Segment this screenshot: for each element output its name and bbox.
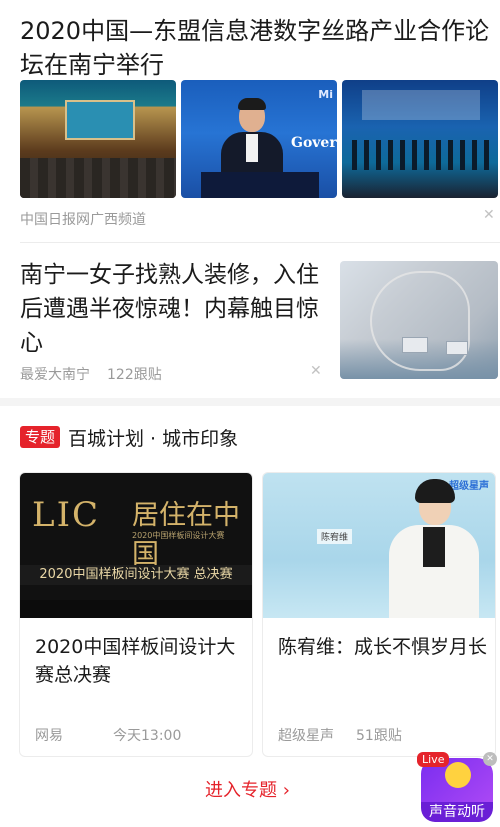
topic-badge: 专题 bbox=[20, 426, 61, 448]
thumbnail-wall-wiring bbox=[340, 261, 498, 379]
card-time: 今天13:00 bbox=[113, 728, 182, 744]
news-title: 南宁一女子找熟人装修，入住后遭遇半夜惊魂！内幕触目惊心 bbox=[20, 262, 319, 356]
live-audio-widget[interactable]: Live ✕ 声音动听 bbox=[415, 752, 497, 824]
screen-text: Mi bbox=[318, 88, 333, 101]
lic-logo: LIC bbox=[32, 495, 101, 535]
news-source: 中国日报网广西频道 bbox=[20, 212, 146, 228]
follow-count: 122跟贴 bbox=[107, 367, 162, 383]
banner-text: 2020中国样板间设计大赛 总决赛 bbox=[20, 565, 252, 585]
thumbnail-speaker: Mi Governo bbox=[181, 80, 337, 198]
card-title: 2020中国样板间设计大赛总决赛 bbox=[35, 636, 236, 686]
close-icon[interactable]: ✕ bbox=[483, 752, 497, 766]
thumbnail-launch-ceremony bbox=[342, 80, 498, 198]
live-badge: Live bbox=[417, 752, 450, 767]
section-separator bbox=[0, 398, 500, 406]
news-source: 最爱大南宁 bbox=[20, 367, 90, 383]
news-item-forum[interactable]: 2020中国—东盟信息港数字丝路产业合作论坛在南宁举行 Mi Governo 中… bbox=[0, 0, 500, 236]
close-icon[interactable]: ✕ bbox=[483, 207, 495, 223]
enter-topic-link[interactable]: 进入专题 › bbox=[205, 776, 290, 802]
card-image-design-contest: LIC 居住在中国 2020中国样板间设计大赛 2020中国样板间设计大赛 总决… bbox=[20, 473, 252, 618]
topic-header[interactable]: 专题 百城计划 · 城市印象 bbox=[20, 424, 238, 450]
card-image-star: 超级星声 陈宥维 bbox=[263, 473, 495, 618]
sub-text: 2020中国样板间设计大赛 bbox=[132, 531, 225, 540]
live-label: 声音动听 bbox=[421, 802, 493, 822]
topic-card-star[interactable]: 超级星声 陈宥维 陈宥维：成长不惧岁月长 超级星声 51跟贴 bbox=[262, 472, 496, 757]
card-source: 网易 bbox=[35, 728, 63, 744]
topic-card-design-contest[interactable]: LIC 居住在中国 2020中国样板间设计大赛 2020中国样板间设计大赛 总决… bbox=[19, 472, 253, 757]
news-item-renovation[interactable]: 南宁一女子找熟人装修，入住后遭遇半夜惊魂！内幕触目惊心 最爱大南宁 122跟贴 … bbox=[0, 243, 500, 388]
news-title: 2020中国—东盟信息港数字丝路产业合作论坛在南宁举行 bbox=[20, 17, 490, 79]
card-title: 陈宥维：成长不惧岁月长 bbox=[278, 636, 488, 658]
sponsor-logos bbox=[20, 600, 252, 618]
follow-count: 51跟贴 bbox=[356, 728, 402, 744]
music-note-icon bbox=[445, 762, 471, 788]
close-icon[interactable]: ✕ bbox=[310, 363, 322, 379]
name-tag: 陈宥维 bbox=[317, 529, 353, 544]
topic-title: 百城计划 · 城市印象 bbox=[68, 427, 239, 450]
card-source: 超级星声 bbox=[278, 728, 334, 744]
thumbnail-conference-hall bbox=[20, 80, 176, 198]
screen-text: Governo bbox=[291, 135, 337, 151]
news-thumbnail-row: Mi Governo bbox=[20, 80, 498, 198]
